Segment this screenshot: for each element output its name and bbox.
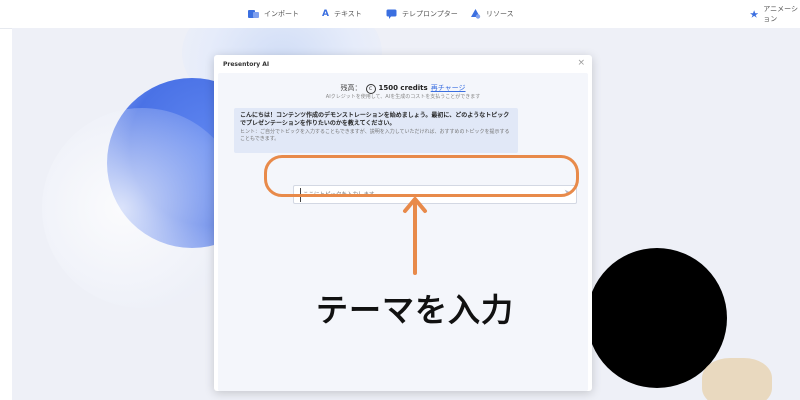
toolbar-resources-label: リソース	[486, 10, 514, 18]
balance-label: 残高：	[340, 84, 362, 92]
toolbar-animation[interactable]: アニメーション	[750, 5, 800, 23]
toolbar-teleprompter-label: テレプロンプター	[402, 10, 458, 18]
annotation-label: テーマを入力	[316, 291, 515, 329]
toolbar-text-label: テキスト	[333, 10, 362, 18]
decorative-light-sphere	[42, 108, 242, 308]
dialog-title: Presentory AI	[223, 61, 270, 68]
ai-message-text: こんにちは！コンテンツ作成のデモンストレーションを始めましょう。最初に、どのよう…	[240, 112, 510, 127]
ai-message-hint: ヒント：ご自分でトピックを入力することもできますが、説明を入力していただければ、…	[240, 129, 510, 142]
toolbar-animation-label: アニメーション	[763, 5, 799, 23]
teleprompter-icon	[386, 9, 397, 19]
decorative-beige-shape	[702, 358, 772, 400]
toolbar-text[interactable]: A テキスト	[322, 7, 362, 21]
recharge-link[interactable]: 再チャージ	[431, 84, 466, 92]
ai-message: こんにちは！コンテンツ作成のデモンストレーションを始めましょう。最初に、どのよう…	[234, 108, 518, 153]
close-icon[interactable]: ×	[577, 58, 585, 68]
credits-balance: 残高： c 1500 credits 再チャージ	[218, 83, 588, 94]
input-highlight-ring	[264, 155, 579, 197]
toolbar-import-label: インポート	[264, 10, 299, 18]
toolbar-resources[interactable]: リソース	[470, 7, 514, 21]
animation-icon	[750, 10, 759, 18]
toolbar-import[interactable]: インポート	[248, 7, 299, 21]
text-icon: A	[322, 9, 329, 19]
credits-note: AIクレジットを使用して、AIを生成のコストを支払うことができます	[325, 94, 481, 100]
up-arrow-icon	[403, 197, 427, 275]
toolbar-teleprompter[interactable]: テレプロンプター	[386, 7, 458, 21]
resources-icon	[471, 9, 481, 19]
credits-amount: 1500 credits	[378, 84, 428, 92]
import-icon	[248, 10, 259, 18]
top-toolbar: インポート A テキスト テレプロンプター リソース アニメーション	[0, 0, 800, 29]
